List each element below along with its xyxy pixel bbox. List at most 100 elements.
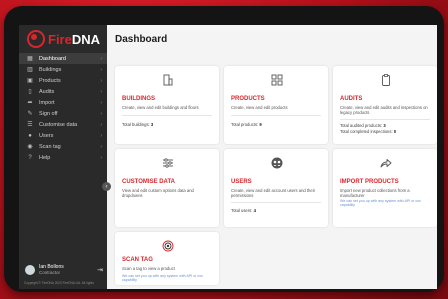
share-arrow-icon <box>380 159 392 168</box>
card-description: Import new product collections from a ma… <box>340 188 410 199</box>
card-title: SCAN TAG <box>122 257 153 263</box>
sidebar-item-audits[interactable]: ▯ Audits › <box>19 86 107 97</box>
stat-value: 3 <box>150 122 154 127</box>
sidebar-item-label: Buildings <box>39 66 62 73</box>
card-description: Create, view and edit audits and inspect… <box>340 105 428 116</box>
logo[interactable]: Fire DNA <box>19 25 107 53</box>
scan-icon: ◉ <box>27 144 33 150</box>
stat-value: 9 <box>259 122 262 127</box>
screen: Fire DNA ▦ Dashboard › ▥ Buildings › ▣ Pr… <box>19 25 437 289</box>
chevron-right-icon: › <box>100 55 102 62</box>
card-description: Create, view and edit products <box>231 105 288 110</box>
stat-value: 3 <box>383 123 386 128</box>
divider <box>231 115 321 116</box>
firedna-logo-icon <box>27 30 45 48</box>
products-grid-icon <box>271 74 283 86</box>
sidebar-item-sign-off[interactable]: ✎ Sign off › <box>19 108 107 119</box>
avatar <box>25 265 35 275</box>
copyright-text: Copyright © FireDNA 2023 FireDNA Ltd. Al… <box>24 281 94 285</box>
import-products-card[interactable]: IMPORT PRODUCTS Import new product colle… <box>333 149 437 227</box>
divider <box>122 115 212 116</box>
chevron-right-icon: › <box>100 66 102 73</box>
users-card[interactable]: USERS Create, view and edit account user… <box>224 149 328 227</box>
sidebar-item-import[interactable]: ➦ Import › <box>19 97 107 108</box>
products-card[interactable]: PRODUCTS Create, view and edit products … <box>224 66 328 144</box>
users-icon <box>271 157 283 169</box>
grid-icon: ▦ <box>27 56 33 62</box>
card-description: Scan a tag to view a product <box>122 266 175 271</box>
sidebar-item-customise-data[interactable]: ☰ Customise data › <box>19 119 107 130</box>
sidebar-item-label: Users <box>39 132 54 139</box>
sidebar-item-help[interactable]: ? Help › <box>19 152 107 163</box>
sidebar-item-scan-tag[interactable]: ◉ Scan tag › <box>19 141 107 152</box>
logo-dna-text: DNA <box>71 31 101 47</box>
main-content: Dashboard BUILDINGS Create, view and edi… <box>107 25 437 289</box>
card-title: USERS <box>231 179 252 185</box>
chevron-right-icon: › <box>100 110 102 117</box>
card-title: IMPORT PRODUCTS <box>340 179 399 185</box>
buildings-card[interactable]: BUILDINGS Create, view and edit building… <box>115 66 219 144</box>
card-title: CUSTOMISE DATA <box>122 179 176 185</box>
sliders-icon <box>163 158 173 168</box>
sidebar-item-label: Scan tag <box>39 143 61 150</box>
stat-label: Total products: <box>231 122 259 127</box>
building-icon: ▥ <box>27 67 33 73</box>
card-title: PRODUCTS <box>231 96 265 102</box>
logo-fire-text: Fire <box>48 31 72 47</box>
customise-data-card[interactable]: CUSTOMISE DATA View and edit custom opti… <box>115 149 219 227</box>
card-description: Create, view and edit account users and … <box>231 188 316 199</box>
divider <box>340 119 430 120</box>
stat-total-audited-products: Total audited products: 3 <box>340 123 386 128</box>
integration-link[interactable]: We can set you up with any system with A… <box>340 199 431 208</box>
stat-label: Total audited products: <box>340 123 383 128</box>
chevron-right-icon: › <box>100 121 102 128</box>
sidebar-item-users[interactable]: ● Users › <box>19 130 107 141</box>
chevron-right-icon: › <box>100 132 102 139</box>
stat-total-users: Total users: 4 <box>231 208 256 213</box>
stat-total-completed-inspections: Total completed inspections: 0 <box>340 129 396 134</box>
user-role: Contractor <box>39 270 61 275</box>
stat-value: 4 <box>253 208 256 213</box>
stat-label: Total buildings: <box>122 122 150 127</box>
stat-label: Total completed inspections: <box>340 129 393 134</box>
user-info: Ian Bollons Contractor <box>39 264 97 276</box>
chevron-right-icon: › <box>100 88 102 95</box>
sidebar-item-label: Products <box>39 77 61 84</box>
chevron-right-icon: › <box>100 143 102 150</box>
sidebar-item-label: Dashboard <box>39 55 66 62</box>
sidebar-item-label: Help <box>39 154 51 161</box>
logout-icon[interactable]: ⇥ <box>97 266 103 274</box>
user-profile[interactable]: Ian Bollons Contractor ⇥ <box>25 264 103 276</box>
sidebar-item-label: Customise data <box>39 121 78 128</box>
products-icon: ▣ <box>27 78 33 84</box>
audits-card[interactable]: AUDITS Create, view and edit audits and … <box>333 66 437 144</box>
users-icon: ● <box>28 132 32 139</box>
clipboard-icon: ▯ <box>28 89 32 95</box>
clipboard-icon <box>382 74 390 86</box>
integration-link[interactable]: We can set you up with any system with A… <box>122 274 213 283</box>
chevron-right-icon: › <box>100 99 102 106</box>
sidebar-item-label: Sign off <box>39 110 58 117</box>
card-description: View and edit custom options data and dr… <box>122 188 194 199</box>
chevron-right-icon: › <box>100 154 102 161</box>
sidebar-nav: ▦ Dashboard › ▥ Buildings › ▣ Products ›… <box>19 53 107 163</box>
help-icon: ? <box>28 154 32 161</box>
sidebar: Fire DNA ▦ Dashboard › ▥ Buildings › ▣ Pr… <box>19 25 111 289</box>
card-title: AUDITS <box>340 96 363 102</box>
card-title: BUILDINGS <box>122 96 155 102</box>
divider <box>231 202 321 203</box>
tablet-frame: Fire DNA ▦ Dashboard › ▥ Buildings › ▣ Pr… <box>4 6 444 292</box>
nfc-tag-icon <box>162 240 174 252</box>
page-title: Dashboard <box>115 34 168 45</box>
sidebar-item-dashboard[interactable]: ▦ Dashboard › <box>19 53 107 64</box>
scan-tag-card[interactable]: SCAN TAG Scan a tag to view a product We… <box>115 232 219 285</box>
stat-total-buildings: Total buildings: 3 <box>122 122 153 127</box>
sidebar-item-products[interactable]: ▣ Products › <box>19 75 107 86</box>
sidebar-item-buildings[interactable]: ▥ Buildings › <box>19 64 107 75</box>
sidebar-item-label: Import <box>39 99 55 106</box>
stat-label: Total users: <box>231 208 253 213</box>
card-description: Create, view and edit buildings and floo… <box>122 105 199 110</box>
sidebar-item-label: Audits <box>39 88 55 95</box>
chevron-right-icon: › <box>100 77 102 84</box>
stat-value: 0 <box>393 129 397 134</box>
